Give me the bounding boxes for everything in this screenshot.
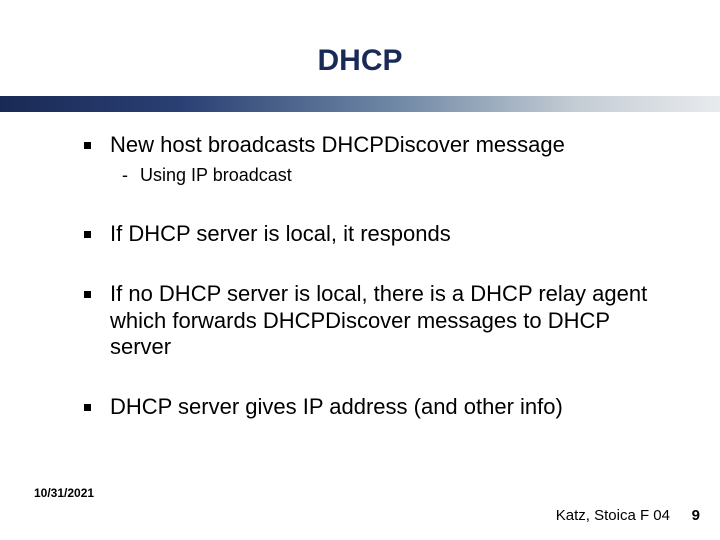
bullet-text: If no DHCP server is local, there is a D… [110, 281, 647, 359]
sub-bullet-text: Using IP broadcast [140, 165, 292, 185]
bullet-item: If no DHCP server is local, there is a D… [84, 281, 649, 360]
slide-body: New host broadcasts DHCPDiscover message… [84, 132, 649, 455]
title-underline-stripe [0, 96, 720, 112]
bullet-list: New host broadcasts DHCPDiscover message… [84, 132, 649, 421]
sub-bullet-item: Using IP broadcast [122, 164, 649, 187]
bullet-item: New host broadcasts DHCPDiscover message… [84, 132, 649, 187]
bullet-item: If DHCP server is local, it responds [84, 221, 649, 247]
sub-bullet-list: Using IP broadcast [110, 164, 649, 187]
bullet-text: New host broadcasts DHCPDiscover message [110, 132, 565, 157]
slide-title: DHCP [0, 44, 720, 78]
footer-date: 10/31/2021 [34, 486, 94, 500]
footer-attribution: Katz, Stoica F 04 [556, 507, 670, 524]
bullet-item: DHCP server gives IP address (and other … [84, 394, 649, 420]
bullet-text: If DHCP server is local, it responds [110, 221, 451, 246]
footer-page-number: 9 [692, 507, 700, 524]
bullet-text: DHCP server gives IP address (and other … [110, 394, 563, 419]
slide: DHCP New host broadcasts DHCPDiscover me… [0, 0, 720, 540]
